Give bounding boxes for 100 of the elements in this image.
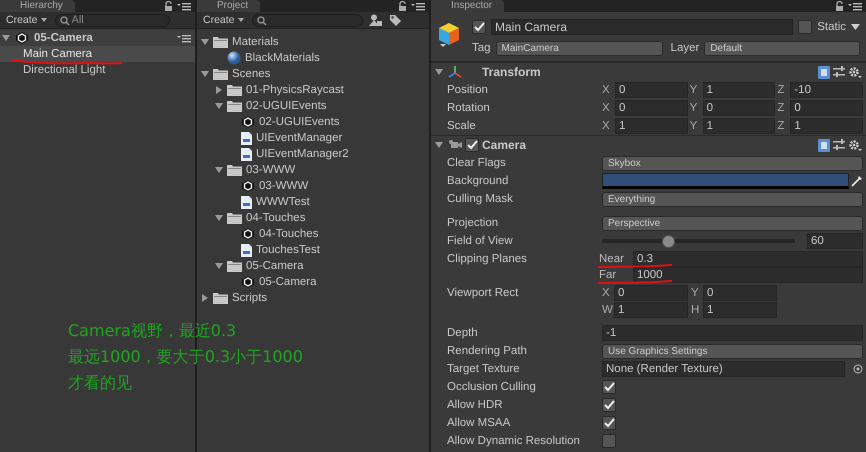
active-checkbox[interactable] [472,20,486,34]
project-item[interactable]: UIEventManager [256,132,342,144]
number-field[interactable]: -10 [790,82,864,98]
project-item[interactable]: Materials [232,36,279,48]
project-tab[interactable]: Project [197,0,260,12]
project-item[interactable]: TouchesTest [256,244,320,256]
number-field[interactable]: 0.3 [633,251,863,267]
number-field[interactable]: 0 [615,82,688,98]
hierarchy-tab[interactable]: Hierarchy [0,0,75,12]
axis-label: Z [777,84,786,96]
layer-dropdown[interactable]: Default [704,40,860,56]
expanded-arrow-icon[interactable] [2,34,10,42]
enabled-checkbox[interactable] [465,138,479,152]
hierarchy-item[interactable]: Directional Light [0,62,195,78]
expanded-arrow-icon[interactable] [215,102,223,110]
number-field[interactable]: -1 [602,325,863,341]
object-field[interactable]: None (Render Texture) [602,361,845,377]
axis-label: X [602,102,611,114]
collapsed-arrow-icon[interactable] [201,294,209,302]
project-item[interactable]: 05-Camera [259,276,317,288]
axis-label: X [602,120,611,132]
lock-icon[interactable] [398,1,407,11]
panel-menu-icon[interactable] [848,2,862,10]
checkbox[interactable] [602,416,616,430]
number-field[interactable]: 1 [702,118,776,134]
create-button[interactable]: Create [4,14,49,26]
project-item[interactable]: 01-PhysicsRaycast [246,84,344,96]
eyedropper-icon[interactable] [851,175,863,187]
collapsed-arrow-icon[interactable] [215,86,223,94]
dropdown[interactable]: Skybox [602,156,863,170]
expanded-arrow-icon[interactable] [201,70,209,78]
lock-icon[interactable] [164,1,173,11]
field-label: Scale [447,120,477,132]
number-field[interactable]: 60 [807,233,863,249]
filter-type-icon[interactable] [368,14,383,26]
number-field[interactable]: 1 [703,302,777,318]
expanded-arrow-icon[interactable] [215,262,223,270]
dropdown[interactable]: Use Graphics Settings [602,344,863,358]
number-field[interactable]: 0 [615,100,688,116]
camera-icon [448,140,462,150]
tag-icon[interactable] [388,14,402,26]
axis-label: X [602,84,611,96]
slider-thumb[interactable] [662,235,675,248]
color-swatch[interactable] [602,173,849,189]
inspector-tab[interactable]: Inspector [431,0,504,12]
number-field[interactable]: 0 [790,100,864,116]
checkbox[interactable] [602,380,616,394]
expanded-arrow-icon[interactable] [215,166,223,174]
number-field[interactable]: 1 [614,302,688,318]
number-field[interactable]: 1 [702,82,776,98]
project-item[interactable]: 05-Camera [246,260,304,272]
settings-icon[interactable] [848,66,862,78]
expanded-arrow-icon[interactable] [435,68,443,76]
component-title[interactable]: Camera [482,138,526,152]
sliders-icon[interactable] [833,66,845,78]
checkbox[interactable] [602,434,616,448]
dropdown-arrow-icon[interactable] [851,24,860,30]
lock-icon[interactable] [835,1,844,11]
dropdown[interactable]: Perspective [602,216,863,230]
project-item[interactable]: 04-Touches [259,228,318,240]
number-field[interactable]: 1 [615,118,688,134]
project-item[interactable]: Scenes [232,68,270,80]
folder-icon [227,84,242,96]
target-icon[interactable] [853,364,863,374]
folder-icon [227,212,242,224]
number-field[interactable]: 0 [614,285,688,301]
project-item[interactable]: Scripts [232,292,268,304]
project-item[interactable]: 03-WWW [246,164,296,176]
panel-menu-icon[interactable] [177,34,191,42]
project-item[interactable]: UIEventManager2 [256,148,349,160]
folder-icon [227,260,242,272]
panel-menu-icon[interactable] [177,2,191,10]
project-item[interactable]: WWWTest [256,196,310,208]
project-item[interactable]: 02-UGUIEvents [259,116,340,128]
search-field[interactable] [252,14,363,26]
settings-icon[interactable] [848,138,862,152]
number-field[interactable]: 0 [703,285,777,301]
create-button[interactable]: Create [201,14,246,26]
name-field[interactable]: Main Camera [491,19,794,35]
number-field[interactable]: 1 [790,118,864,134]
hierarchy-item[interactable]: Main Camera [0,46,195,62]
checkbox[interactable] [602,398,616,412]
panel-menu-icon[interactable] [411,2,425,10]
axis-label: Z [777,120,786,132]
expanded-arrow-icon[interactable] [215,214,223,222]
search-field[interactable]: All [54,14,170,26]
project-item[interactable]: 03-WWW [259,180,308,192]
component-title[interactable]: Transform [482,65,541,79]
expanded-arrow-icon[interactable] [201,38,209,46]
number-field[interactable]: 1000 [633,267,863,283]
number-field[interactable]: 0 [702,100,776,116]
axis-label: Y [690,84,698,96]
sliders-icon[interactable] [833,139,845,151]
tag-dropdown[interactable]: MainCamera [496,40,663,56]
project-item[interactable]: 04-Touches [246,212,306,224]
expanded-arrow-icon[interactable] [435,141,443,149]
project-item[interactable]: BlackMaterials [245,52,320,64]
static-checkbox[interactable] [798,20,812,34]
project-item[interactable]: 02-UGUIEvents [246,100,327,112]
dropdown[interactable]: Everything [602,192,863,206]
